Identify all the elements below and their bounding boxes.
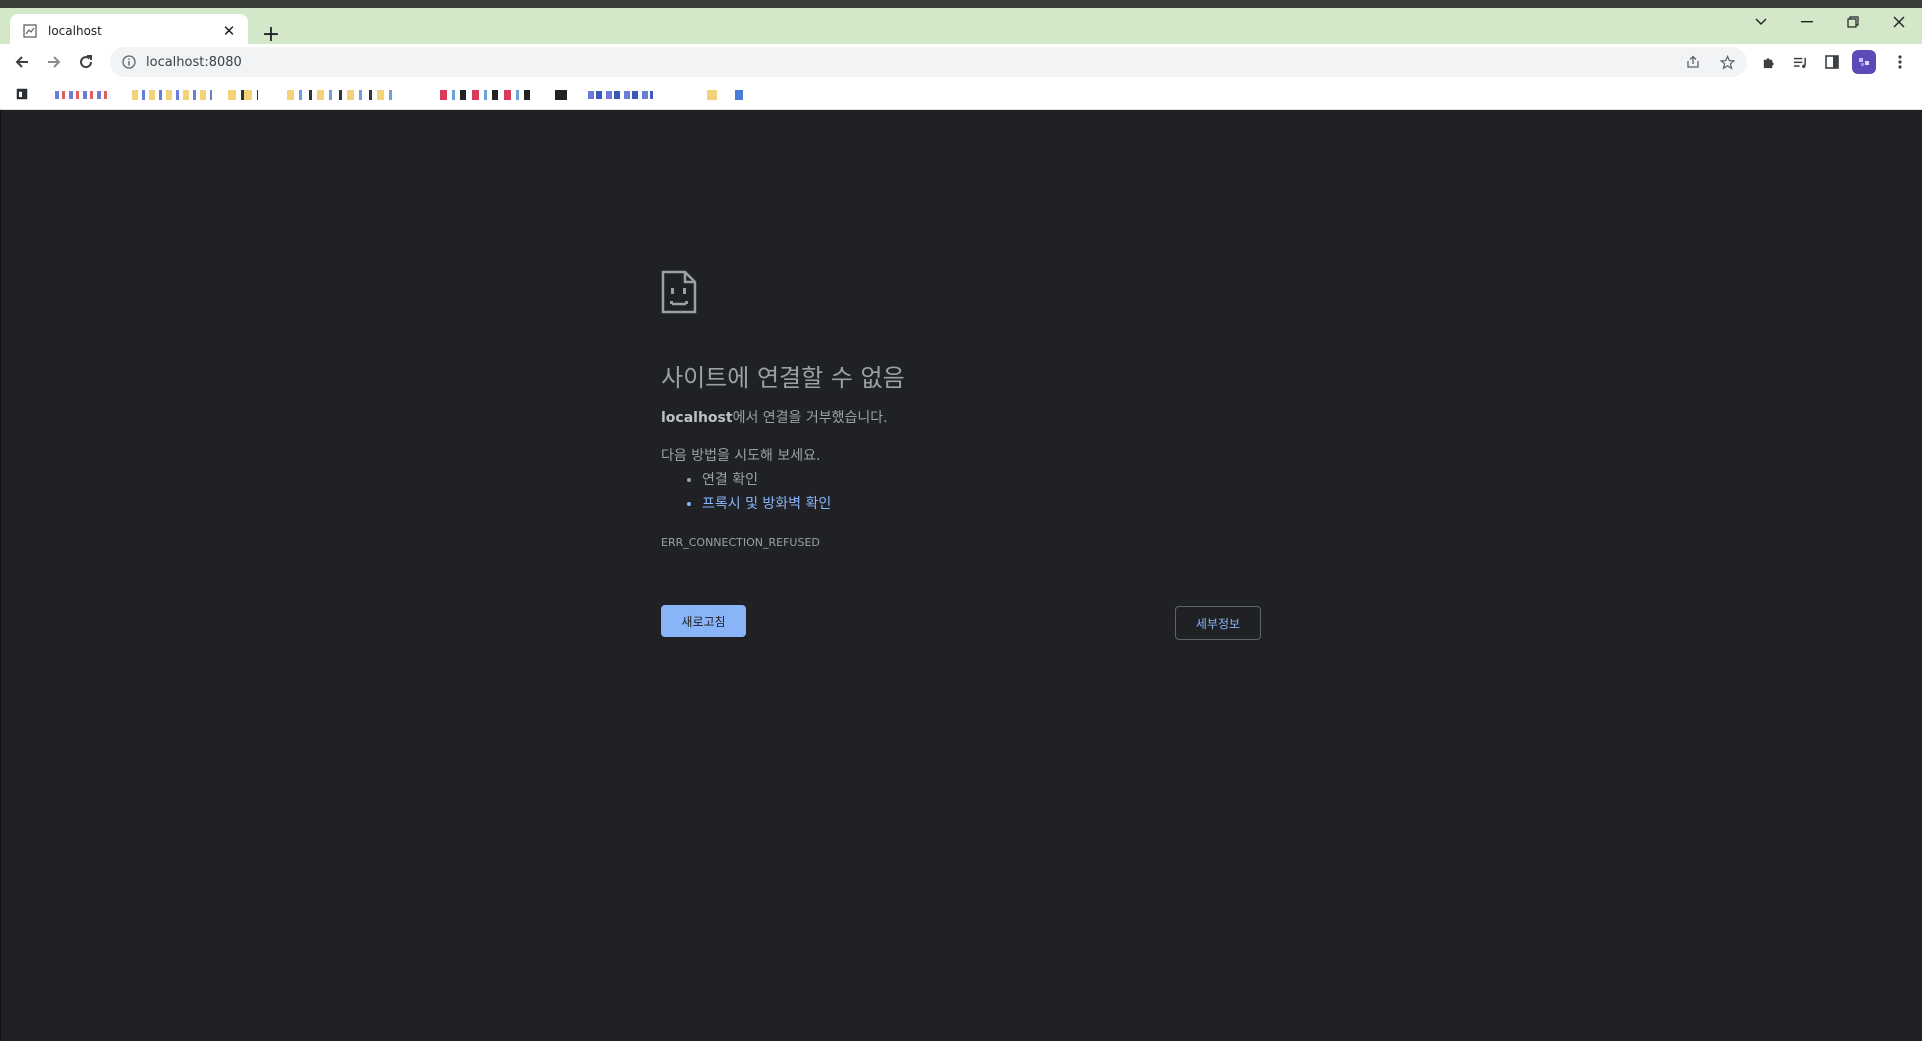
reload-icon[interactable] <box>72 48 100 76</box>
suggestions-list: 연결 확인 프록시 및 방화벽 확인 <box>661 468 831 516</box>
error-code: ERR_CONNECTION_REFUSED <box>661 536 820 549</box>
restore-icon[interactable] <box>1830 8 1876 36</box>
bookmark-star-icon[interactable] <box>1715 50 1739 74</box>
back-icon[interactable] <box>8 48 36 76</box>
share-icon[interactable] <box>1681 50 1705 74</box>
window-controls <box>1738 8 1922 36</box>
tab-strip: localhost ✕ + <box>0 8 1922 48</box>
side-panel-icon[interactable] <box>1820 50 1844 74</box>
tab-localhost[interactable]: localhost ✕ <box>10 14 248 48</box>
puzzle-icon[interactable] <box>1756 50 1780 74</box>
address-bar[interactable]: localhost:8080 <box>110 47 1747 77</box>
minimize-icon[interactable] <box>1784 8 1830 36</box>
suggestion-check-proxy-firewall[interactable]: 프록시 및 방화벽 확인 <box>702 492 831 516</box>
error-host: localhost <box>661 410 733 426</box>
bookmark-item[interactable] <box>228 90 258 100</box>
url-text[interactable]: localhost:8080 <box>146 55 1671 70</box>
bookmark-item[interactable] <box>588 91 653 99</box>
bookmark-item[interactable] <box>132 90 212 100</box>
bookmark-item[interactable] <box>555 90 567 100</box>
window-top-strip <box>0 0 1922 8</box>
error-title: 사이트에 연결할 수 없음 <box>661 364 905 392</box>
bookmark-item[interactable] <box>55 91 110 99</box>
browser-chrome: localhost ✕ + localhost:8080 <box>0 0 1922 110</box>
extensions-area <box>1756 48 1920 76</box>
reload-button[interactable]: 새로고침 <box>661 605 746 637</box>
toolbar: localhost:8080 <box>0 44 1922 80</box>
close-icon[interactable]: ✕ <box>220 22 238 40</box>
error-description-text: 에서 연결을 거부했습니다. <box>732 410 888 426</box>
page-icon <box>22 23 38 39</box>
error-page: 사이트에 연결할 수 없음 localhost에서 연결을 거부했습니다. 다음… <box>0 110 1922 1041</box>
bookmark-item[interactable] <box>707 90 749 100</box>
site-info-icon[interactable] <box>120 53 138 71</box>
forward-icon[interactable] <box>40 48 68 76</box>
bookmark-item[interactable] <box>440 90 530 100</box>
tab-search-icon[interactable] <box>1738 8 1784 36</box>
menu-icon[interactable] <box>1888 50 1912 74</box>
profile-avatar[interactable] <box>1852 50 1876 74</box>
try-suggestions-intro: 다음 방법을 시도해 보세요. <box>661 448 821 464</box>
details-button[interactable]: 세부정보 <box>1175 606 1261 640</box>
error-description: localhost에서 연결을 거부했습니다. <box>661 407 888 427</box>
media-queue-icon[interactable] <box>1788 50 1812 74</box>
bookmark-item[interactable] <box>287 90 397 100</box>
bookmarks-bar <box>0 80 1922 110</box>
suggestion-check-connection: 연결 확인 <box>702 468 831 492</box>
bookmark-app-icon[interactable] <box>14 88 30 100</box>
close-window-icon[interactable] <box>1876 8 1922 36</box>
sad-document-icon <box>661 270 697 314</box>
tab-title: localhost <box>48 24 102 38</box>
